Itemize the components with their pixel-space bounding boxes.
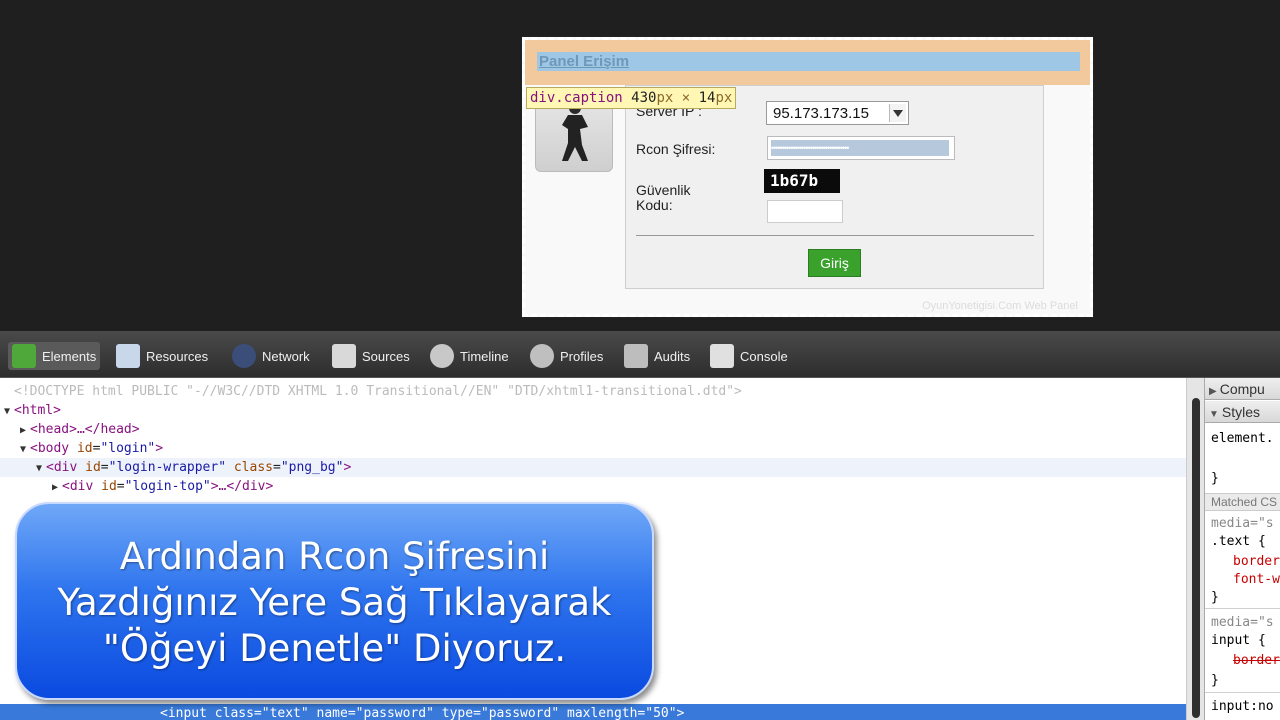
expanded-triangle-icon[interactable]: ▼ xyxy=(16,440,30,459)
close-brace: } xyxy=(1211,673,1219,688)
css-property-overridden[interactable]: border xyxy=(1233,653,1280,668)
close-brace: } xyxy=(1211,471,1219,486)
dom-head[interactable]: ▶ <head>…</head> xyxy=(0,420,1186,439)
chevron-down-icon[interactable] xyxy=(889,104,906,122)
computed-style-header[interactable]: ▶ Compu xyxy=(1205,378,1280,400)
input-selector[interactable]: input { xyxy=(1211,633,1266,648)
soldier-icon xyxy=(562,102,588,161)
collapsed-triangle-icon: ▶ xyxy=(1209,386,1217,397)
caption-line-3: "Öğeyi Denetle" Diyoruz. xyxy=(102,627,567,670)
password-mask: •••••••••••••••••••••••••••••••••••• xyxy=(771,140,949,156)
security-code-field[interactable] xyxy=(767,200,843,223)
expanded-triangle-icon: ▼ xyxy=(1209,409,1219,420)
tab-label: Timeline xyxy=(460,348,509,364)
rcon-password-field[interactable]: •••••••••••••••••••••••••••••••••••• xyxy=(767,136,955,160)
network-icon xyxy=(232,344,256,368)
timeline-icon xyxy=(430,344,454,368)
rule-divider xyxy=(1205,692,1280,693)
caption-text: Ardından Rcon Şifresini Yazdığınız Yere … xyxy=(17,534,652,672)
server-ip-value: 95.173.173.15 xyxy=(773,105,869,122)
styles-sidebar: ▶ Compu ▼ Styles element. } Matched CS med… xyxy=(1204,378,1280,720)
dom-login-wrapper[interactable]: ▼ <div id="login-wrapper" class="png_bg"> xyxy=(0,458,1186,477)
element-style-rule[interactable]: element. xyxy=(1211,431,1274,446)
dom-html[interactable]: ▼ <html> xyxy=(0,401,1186,420)
media-query: media="s xyxy=(1211,516,1274,531)
tab-profiles[interactable]: Profiles xyxy=(526,342,607,370)
tab-label: Network xyxy=(262,348,310,364)
tooltip-unit-1: px xyxy=(656,90,674,106)
inspector-tooltip: div.caption 430px × 14px xyxy=(526,87,737,109)
tab-label: Elements xyxy=(42,348,97,364)
audits-icon xyxy=(624,344,648,368)
caption-title[interactable]: Panel Erişim xyxy=(539,53,629,70)
css-property[interactable]: border xyxy=(1233,554,1280,569)
elements-icon xyxy=(12,344,36,368)
scrollbar-thumb[interactable] xyxy=(1192,398,1200,718)
caption-highlight: Panel Erişim xyxy=(525,40,1090,85)
caption-line-1: Ardından Rcon Şifresini xyxy=(119,535,550,578)
tab-label: Profiles xyxy=(560,348,604,364)
tab-console[interactable]: Console xyxy=(706,342,792,370)
security-code-label-2: Kodu: xyxy=(636,197,673,213)
sources-icon xyxy=(332,344,356,368)
tab-timeline[interactable]: Timeline xyxy=(426,342,513,370)
input-not-selector[interactable]: input:no xyxy=(1211,699,1274,714)
caption-content-highlight: Panel Erişim xyxy=(537,52,1080,71)
console-icon xyxy=(710,344,734,368)
tab-audits[interactable]: Audits xyxy=(620,342,694,370)
tab-label: Resources xyxy=(146,348,209,364)
web-page-area: Panel Erişim Server IP : 95.173.173.15 R… xyxy=(0,0,1280,331)
matched-css-header: Matched CS xyxy=(1205,493,1280,511)
form-divider xyxy=(636,235,1034,236)
login-form: Server IP : 95.173.173.15 Rcon Şifresi: … xyxy=(625,85,1044,289)
tutorial-caption: Ardından Rcon Şifresini Yazdığınız Yere … xyxy=(15,502,654,700)
rcon-password-label: Rcon Şifresi: xyxy=(636,141,716,157)
tooltip-height: 14 xyxy=(698,90,716,106)
resources-icon xyxy=(116,344,140,368)
tab-resources[interactable]: Resources xyxy=(112,342,212,370)
tab-network[interactable]: Network xyxy=(228,342,314,370)
devtools-toolbar: Elements Resources Network Sources Timel… xyxy=(0,331,1280,378)
close-brace: } xyxy=(1211,590,1219,605)
screen: Panel Erişim Server IP : 95.173.173.15 R… xyxy=(0,0,1280,720)
login-box: Panel Erişim Server IP : 95.173.173.15 R… xyxy=(521,36,1094,318)
rule-divider xyxy=(1205,608,1280,609)
dom-scrollbar[interactable] xyxy=(1186,378,1204,720)
tab-label: Sources xyxy=(362,348,410,364)
watermark-text: OyunYonetigisi.Com Web Panel xyxy=(922,300,1078,312)
security-code-label-1: Güvenlik xyxy=(636,182,691,198)
expanded-triangle-icon[interactable]: ▼ xyxy=(32,459,46,478)
captcha-image: 1b67b xyxy=(764,169,840,193)
media-query: media="s xyxy=(1211,615,1274,630)
tab-sources[interactable]: Sources xyxy=(328,342,414,370)
expanded-triangle-icon[interactable]: ▼ xyxy=(0,402,14,421)
css-property[interactable]: font-w xyxy=(1233,572,1280,587)
tab-elements[interactable]: Elements xyxy=(8,342,101,370)
server-ip-select[interactable]: 95.173.173.15 xyxy=(766,101,909,125)
text-selector[interactable]: .text { xyxy=(1211,534,1266,549)
dom-doctype[interactable]: <!DOCTYPE html PUBLIC "-//W3C//DTD XHTML… xyxy=(0,382,1186,401)
dom-body[interactable]: ▼ <body id="login"> xyxy=(0,439,1186,458)
tab-label: Audits xyxy=(654,348,691,364)
login-button[interactable]: Giriş xyxy=(808,249,861,277)
collapsed-triangle-icon[interactable]: ▶ xyxy=(48,478,62,497)
profiles-icon xyxy=(530,344,554,368)
tooltip-times: × xyxy=(681,90,691,106)
tab-label: Console xyxy=(740,348,788,364)
caption-line-2: Yazdığınız Yere Sağ Tıklayarak xyxy=(57,581,612,624)
tooltip-width: 430 xyxy=(631,90,657,106)
styles-header[interactable]: ▼ Styles xyxy=(1205,401,1280,423)
tooltip-selector: div.caption xyxy=(530,90,623,106)
collapsed-triangle-icon[interactable]: ▶ xyxy=(16,421,30,440)
tooltip-unit-2: px xyxy=(715,90,733,106)
dom-login-top[interactable]: ▶ <div id="login-top">…</div> xyxy=(0,477,1186,496)
dom-password-input-selected[interactable]: <input class="text" name="password" type… xyxy=(0,704,1186,720)
